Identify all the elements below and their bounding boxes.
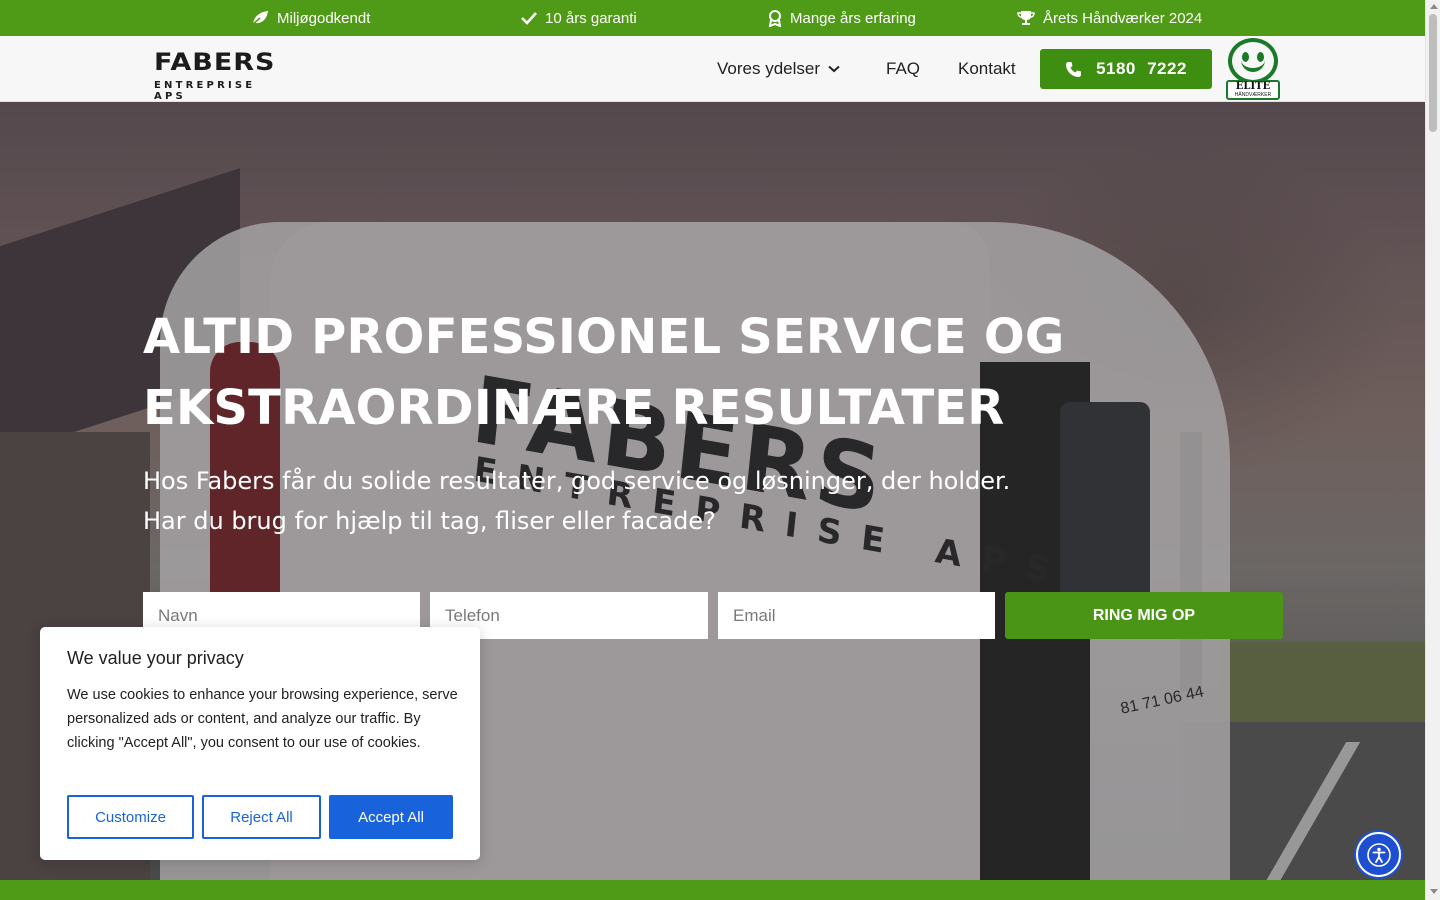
leaf-icon — [251, 11, 268, 26]
bottom-green-strip — [0, 880, 1425, 900]
scroll-down-arrow-icon[interactable] — [1430, 889, 1438, 894]
scrollbar-thumb[interactable] — [1429, 14, 1437, 132]
accessibility-button[interactable] — [1356, 832, 1401, 877]
benefit-eco-approved: Miljøgodkendt — [251, 0, 370, 36]
chevron-down-icon — [828, 65, 840, 73]
logo-subline: ENTREPRISE APS — [154, 80, 256, 102]
benefit-label: Mange års erfaring — [790, 9, 916, 27]
check-icon — [521, 12, 537, 25]
call-phone-button[interactable]: 5180 7222 — [1040, 49, 1212, 89]
benefit-experience: Mange års erfaring — [768, 0, 916, 36]
nav-item-faq[interactable]: FAQ — [886, 36, 920, 102]
page-scrollbar[interactable] — [1425, 0, 1440, 900]
nav-label: Vores ydelser — [717, 59, 820, 78]
nav-label: FAQ — [886, 59, 921, 78]
hero-title-line: ALTID PROFESSIONEL SERVICE OG — [143, 309, 1065, 365]
trophy-icon — [1017, 11, 1035, 25]
accessibility-icon — [1366, 842, 1391, 867]
site-header: FABERS ENTREPRISE APS Vores ydelser FAQ … — [0, 36, 1425, 102]
cookie-consent-banner: We value your privacy We use cookies to … — [40, 627, 480, 860]
cookie-reject-all-button[interactable]: Reject All — [202, 795, 321, 839]
email-input[interactable] — [718, 592, 995, 639]
logo-wordmark: FABERS — [154, 48, 276, 77]
nav-label: Kontakt — [958, 59, 1016, 78]
benefit-warranty: 10 års garanti — [521, 0, 637, 36]
phone-number: 5180 7222 — [1096, 59, 1187, 78]
cookie-customize-button[interactable]: Customize — [67, 795, 194, 839]
benefit-label: Årets Håndværker 2024 — [1043, 9, 1203, 27]
hero-title-line: EKSTRAORDINÆRE RESULTATER — [143, 380, 1005, 436]
elite-craftsman-badge[interactable]: ELITE HÅNDVÆRKER — [1226, 38, 1280, 100]
benefit-label: Miljøgodkendt — [277, 9, 371, 27]
hero-subtitle-line: Hos Fabers får du solide resultater, god… — [143, 467, 1011, 495]
fabers-logo[interactable]: FABERS ENTREPRISE APS — [154, 48, 282, 102]
hero-subtitle: Hos Fabers får du solide resultater, god… — [143, 461, 1143, 541]
cookie-accept-all-button[interactable]: Accept All — [329, 795, 453, 839]
hero-subtitle-line: Har du brug for hjælp til tag, fliser el… — [143, 507, 716, 535]
smiley-icon — [1228, 38, 1278, 84]
elite-label: ELITE HÅNDVÆRKER — [1226, 80, 1280, 100]
scroll-up-arrow-icon[interactable] — [1430, 4, 1438, 9]
nav-item-services[interactable]: Vores ydelser — [717, 36, 840, 102]
benefit-label: 10 års garanti — [545, 9, 637, 27]
hero-title: ALTID PROFESSIONEL SERVICE OG EKSTRAORDI… — [143, 302, 1143, 444]
top-benefits-bar: Miljøgodkendt 10 års garanti Mange års e… — [0, 0, 1425, 36]
cookie-description: We use cookies to enhance your browsing … — [67, 687, 458, 751]
award-icon — [768, 9, 782, 27]
nav-item-contact[interactable]: Kontakt — [958, 36, 1016, 102]
call-me-button[interactable]: RING MIG OP — [1005, 592, 1283, 639]
phone-icon — [1066, 61, 1082, 77]
cookie-title: We value your privacy — [67, 648, 244, 668]
benefit-craftsman-of-year: Årets Håndværker 2024 — [1017, 0, 1202, 36]
